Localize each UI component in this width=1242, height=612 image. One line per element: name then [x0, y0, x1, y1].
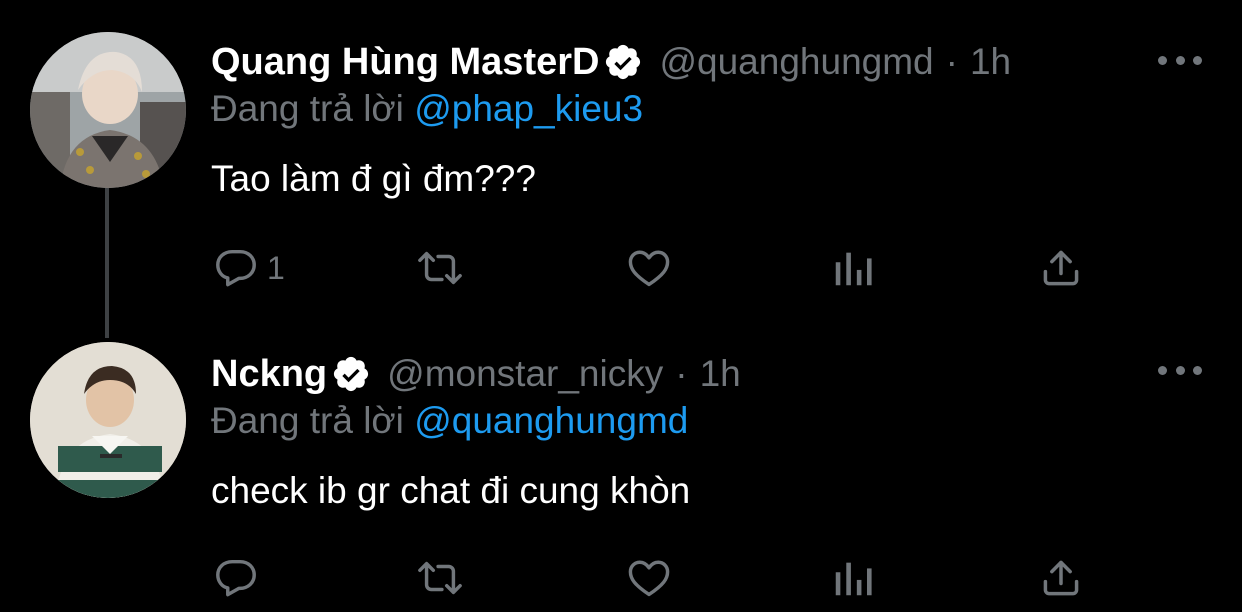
views-button[interactable] [831, 240, 875, 296]
separator-dot: · [675, 353, 688, 394]
reply-count: 1 [267, 249, 285, 286]
replying-to-label: Đang trả lời [211, 400, 404, 441]
reply-button[interactable]: 1 [213, 240, 285, 296]
reply-button[interactable] [213, 550, 267, 606]
verified-badge-icon [603, 42, 643, 82]
display-name[interactable]: Quang Hùng MasterD [211, 41, 599, 84]
replying-to-label: Đang trả lời [211, 88, 404, 129]
views-button[interactable] [831, 550, 875, 606]
like-button[interactable] [625, 240, 673, 296]
timestamp[interactable]: 1h [700, 353, 741, 395]
verified-badge-icon [331, 354, 371, 394]
more-horizontal-icon[interactable] [1158, 50, 1202, 70]
reply-bubble-icon [216, 249, 256, 287]
retweet-icon [418, 251, 462, 285]
replying-to: Đang trả lời @quanghungmd [211, 400, 688, 442]
more-horizontal-icon[interactable] [1158, 360, 1202, 380]
retweet-icon [418, 561, 462, 595]
share-button[interactable] [1039, 240, 1083, 296]
like-button[interactable] [625, 550, 673, 606]
user-handle[interactable]: @quanghungmd [659, 41, 933, 83]
timestamp[interactable]: 1h [970, 41, 1011, 83]
tweet-action-bar [211, 550, 1111, 606]
tweet-action-bar: 1 [211, 240, 1111, 296]
separator-dot: · [945, 41, 958, 82]
bar-chart-icon [835, 562, 872, 596]
heart-icon [628, 250, 670, 287]
heart-icon [628, 560, 670, 597]
reply-bubble-icon [216, 559, 256, 597]
replying-to-handle-link[interactable]: @quanghungmd [414, 400, 688, 441]
replying-to: Đang trả lời @phap_kieu3 [211, 88, 643, 130]
tweet[interactable]: Quang Hùng MasterD @quanghungmd · 1h Đan… [0, 0, 1242, 312]
retweet-button[interactable] [415, 240, 465, 296]
user-handle[interactable]: @monstar_nicky [387, 353, 663, 395]
avatar[interactable] [30, 32, 186, 188]
tweet-header: Quang Hùng MasterD @quanghungmd · 1h [211, 32, 1011, 92]
tweet[interactable]: Nckng @monstar_nicky · 1h Đang trả lời @… [0, 312, 1242, 612]
tweet-header: Nckng @monstar_nicky · 1h [211, 344, 741, 404]
tweet-text: check ib gr chat đi cung khòn [211, 470, 691, 511]
tweet-text: Tao làm đ gì đm??? [211, 158, 536, 199]
share-upload-icon [1043, 250, 1079, 286]
share-upload-icon [1043, 560, 1079, 596]
share-button[interactable] [1039, 550, 1083, 606]
bar-chart-icon [835, 252, 872, 286]
replying-to-handle-link[interactable]: @phap_kieu3 [414, 88, 643, 129]
display-name[interactable]: Nckng [211, 353, 327, 396]
retweet-button[interactable] [415, 550, 465, 606]
avatar[interactable] [30, 342, 186, 498]
